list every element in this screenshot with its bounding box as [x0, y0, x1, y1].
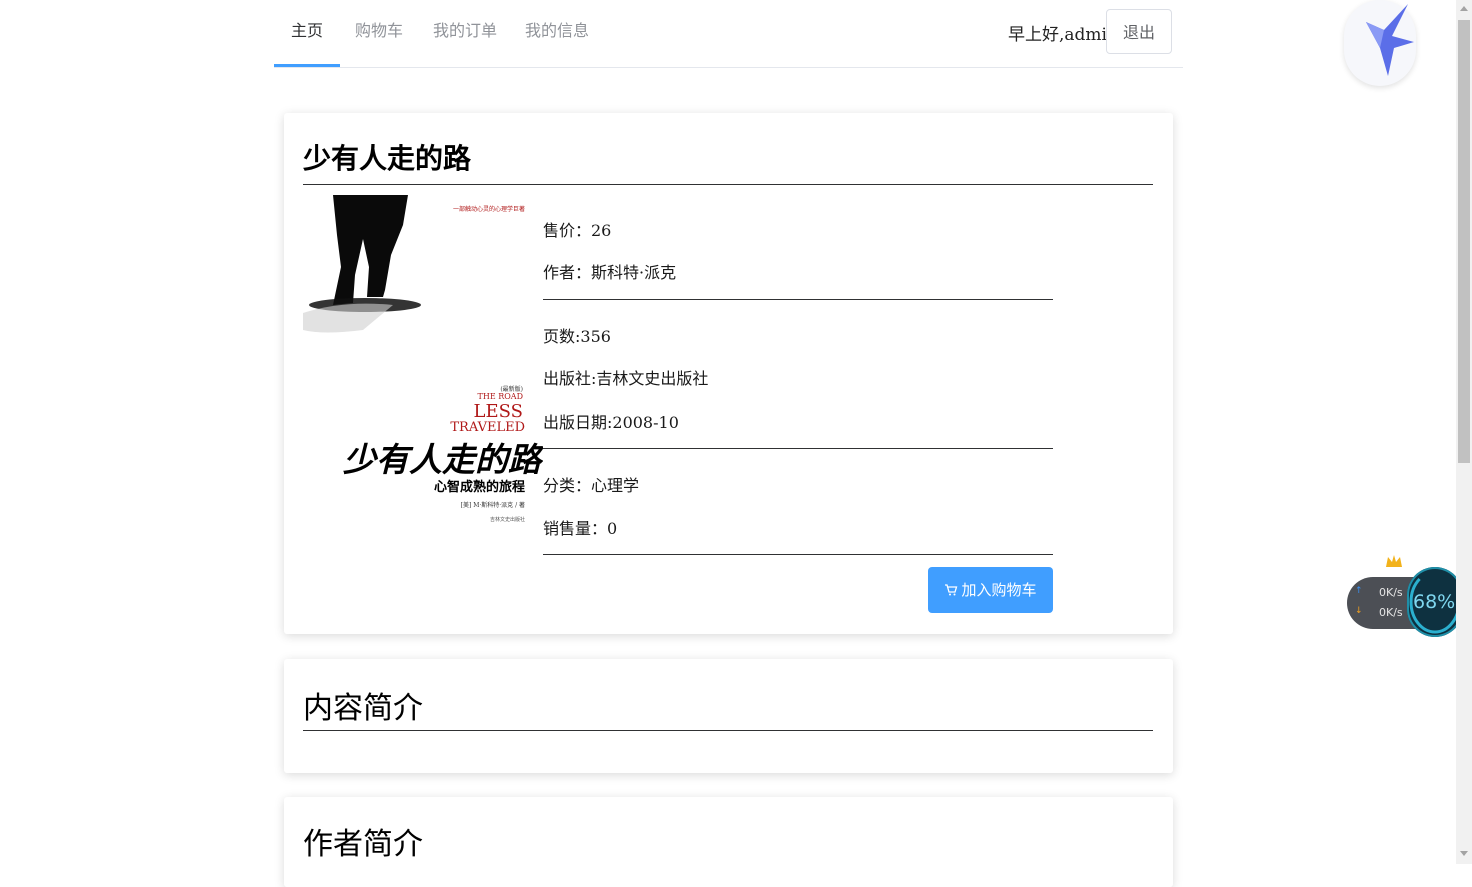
book-detail-card: 少有人走的路 一部触动心灵的心理学巨著 (最新版) THE ROAD LESS … [284, 113, 1173, 634]
download-arrow-icon: ↓ [1355, 606, 1363, 616]
svg-text:少有人走的路: 少有人走的路 [343, 440, 543, 479]
download-speed: 0K/s [1379, 606, 1403, 619]
author-intro-heading: 作者简介 [303, 827, 423, 862]
nav-item-profile[interactable]: 我的信息 [522, 0, 592, 64]
svg-text:吉林文史出版社: 吉林文史出版社 [490, 516, 525, 523]
book-publish-date: 出版日期:2008-10 [543, 413, 679, 432]
vip-crown-icon [1386, 555, 1402, 567]
author-intro-card: 作者简介 [284, 797, 1173, 887]
title-divider [303, 184, 1153, 185]
svg-text:LESS: LESS [474, 401, 523, 422]
greeting-text: 早上好,admin [1008, 25, 1118, 45]
add-to-cart-button[interactable]: 加入购物车 [928, 567, 1053, 613]
cpu-gauge-widget[interactable]: 68% [1407, 567, 1463, 637]
upload-arrow-icon: ↑ [1355, 586, 1363, 596]
scroll-up-arrow-icon[interactable] [1460, 6, 1468, 11]
info-divider-2 [543, 448, 1053, 449]
svg-text:THE ROAD: THE ROAD [478, 392, 523, 401]
book-sales: 销售量：0 [543, 519, 618, 538]
cart-icon [945, 584, 958, 596]
content-intro-divider [303, 730, 1153, 731]
scroll-thumb[interactable] [1458, 20, 1470, 463]
info-divider-1 [543, 299, 1053, 300]
svg-text:一部触动心灵的心理学巨著: 一部触动心灵的心理学巨著 [453, 205, 525, 213]
nav-item-cart[interactable]: 购物车 [352, 0, 406, 64]
book-pages: 页数:356 [543, 327, 611, 346]
bird-icon [1366, 4, 1414, 76]
book-category: 分类：心理学 [543, 476, 640, 495]
page-scrollbar[interactable] [1456, 0, 1472, 864]
book-publisher: 出版社:吉林文史出版社 [543, 369, 709, 388]
book-title: 少有人走的路 [303, 142, 472, 175]
content-intro-card: 内容简介 [284, 659, 1173, 773]
add-to-cart-label: 加入购物车 [961, 581, 1037, 599]
book-author: 作者：斯科特·派克 [543, 263, 677, 282]
book-price: 售价：26 [543, 221, 612, 240]
info-divider-3 [543, 554, 1053, 555]
assistant-bird-widget[interactable] [1344, 0, 1416, 86]
book-cover: 一部触动心灵的心理学巨著 (最新版) THE ROAD LESS TRAVELE… [303, 195, 543, 535]
svg-text:TRAVELED: TRAVELED [450, 420, 525, 435]
book-cover-illustration: 一部触动心灵的心理学巨著 (最新版) THE ROAD LESS TRAVELE… [303, 195, 543, 523]
cpu-percent: 68% [1413, 591, 1456, 613]
nav-item-home[interactable]: 主页 [274, 0, 340, 67]
svg-text:心智成熟的旅程: 心智成熟的旅程 [434, 479, 525, 495]
upload-speed: 0K/s [1379, 586, 1403, 599]
scroll-down-arrow-icon[interactable] [1460, 851, 1468, 856]
svg-text:[美] M·斯科特·派克 / 著: [美] M·斯科特·派克 / 著 [461, 501, 525, 509]
logout-button[interactable]: 退出 [1106, 9, 1172, 54]
content-intro-heading: 内容简介 [303, 691, 423, 726]
nav-item-orders[interactable]: 我的订单 [430, 0, 500, 64]
